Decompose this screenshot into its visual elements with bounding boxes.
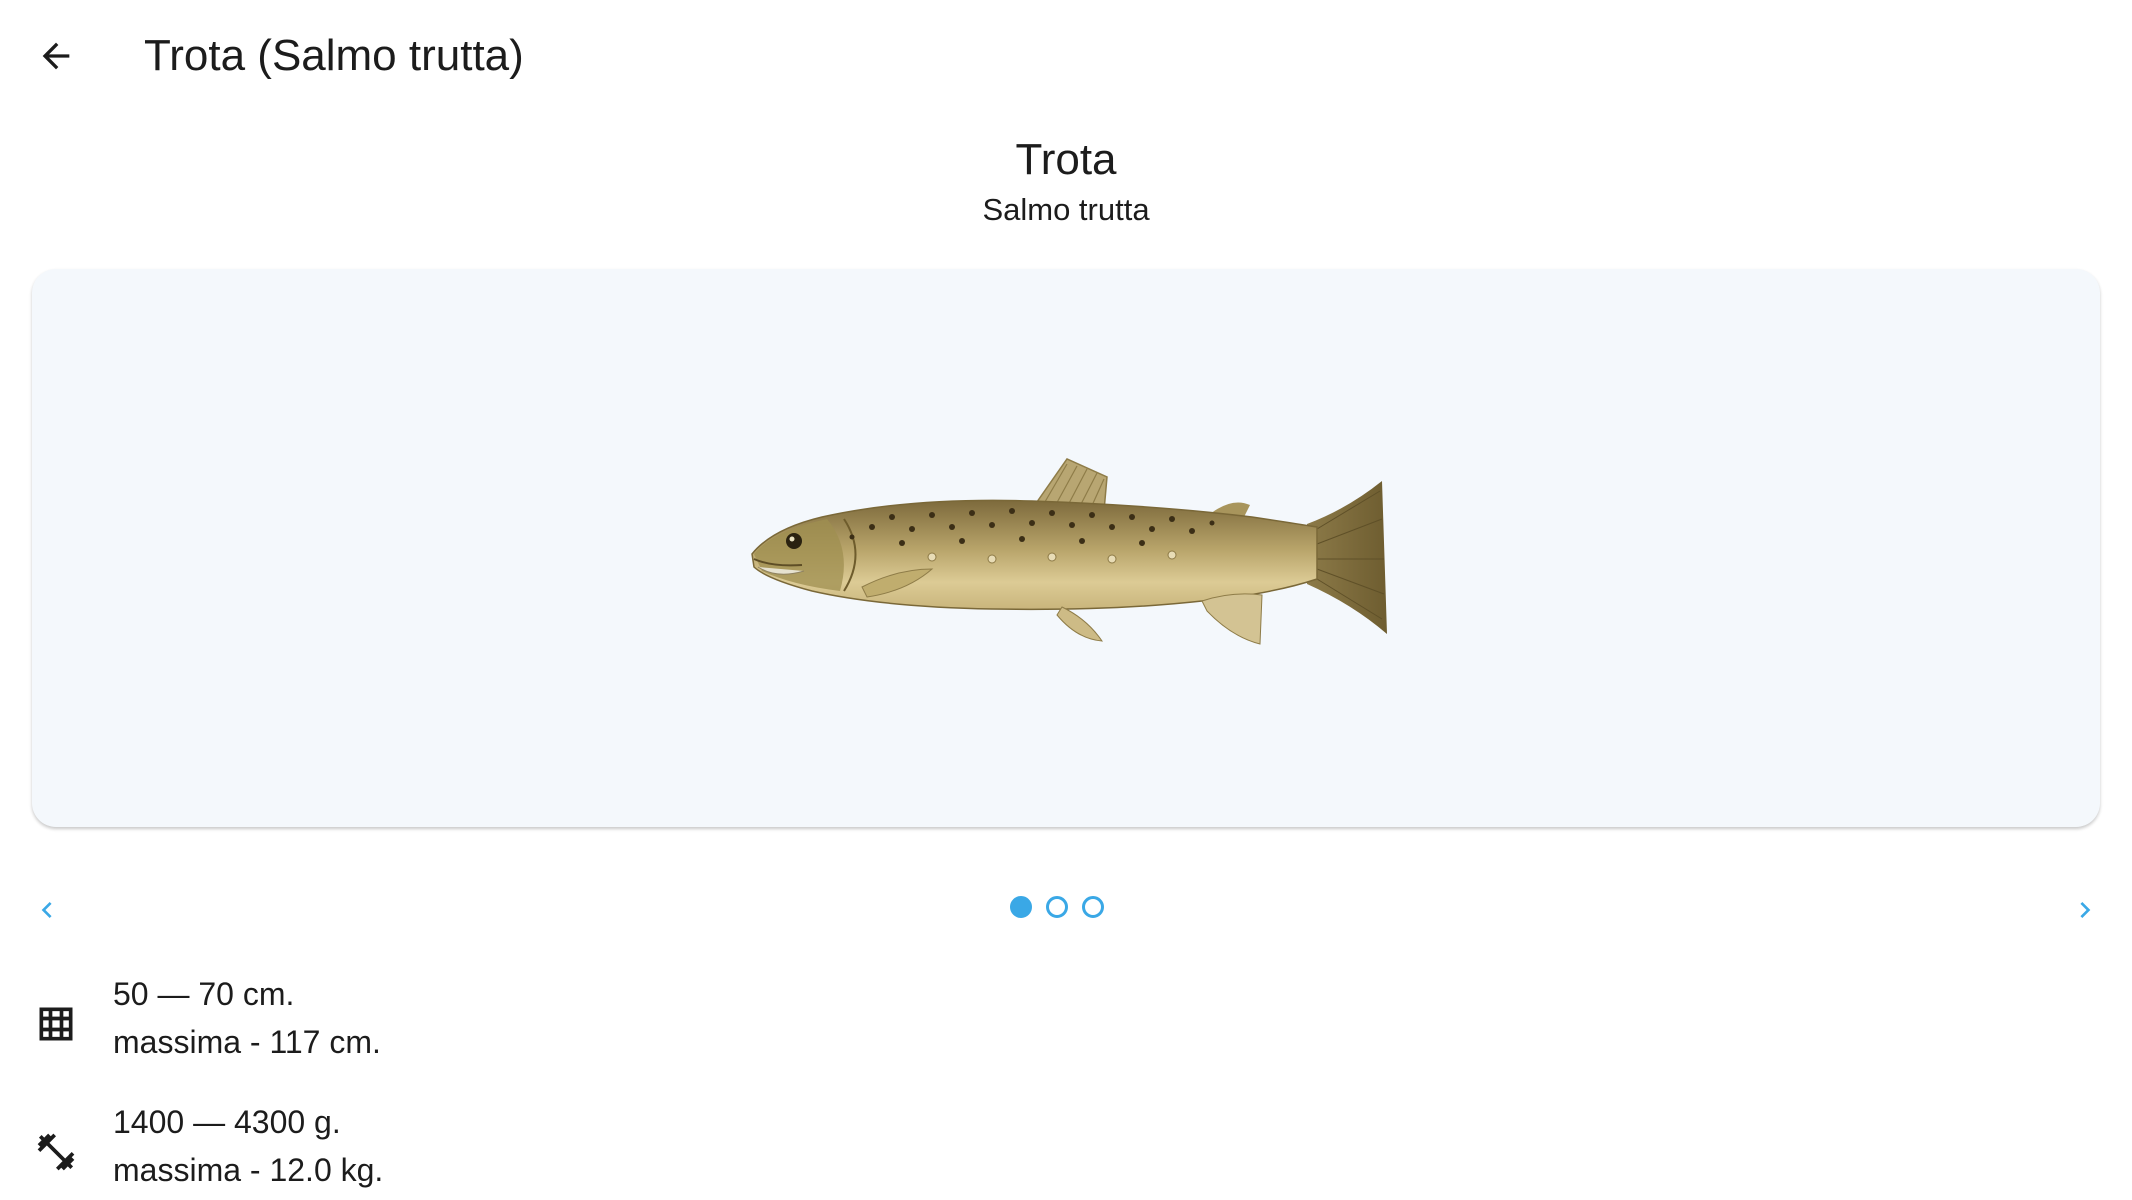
page-dot-2[interactable] (1046, 896, 1068, 918)
app-bar: Trota (Salmo trutta) (0, 0, 2132, 112)
page-dot-1[interactable] (1010, 896, 1032, 918)
app-bar-title: Trota (Salmo trutta) (144, 31, 524, 80)
species-detail-screen: Trota (Salmo trutta) Trota Salmo trutta (0, 0, 2132, 1200)
page-dot-3[interactable] (1082, 896, 1104, 918)
weight-max: massima - 12.0 kg. (113, 1152, 384, 1188)
species-header: Trota Salmo trutta (0, 132, 2132, 230)
page-indicator (1010, 896, 1104, 918)
arrow-left-icon (42, 42, 70, 70)
weight-range: 1400 — 4300 g. (113, 1104, 341, 1140)
trout-image (751, 458, 1387, 645)
chevron-right-icon (2080, 902, 2091, 918)
species-image-card[interactable] (32, 269, 2100, 827)
previous-image-button[interactable] (17, 880, 77, 940)
species-common-name: Trota (1015, 135, 1117, 184)
chevron-left-icon (41, 902, 52, 918)
carousel-navigation (0, 880, 2132, 940)
size-max: massima - 117 cm. (113, 1024, 381, 1060)
next-image-button[interactable] (2055, 880, 2115, 940)
weight-info-row: 1400 — 4300 g. massima - 12.0 kg. (0, 1098, 900, 1200)
dumbbell-icon (32, 1128, 80, 1176)
species-latin-name: Salmo trutta (982, 192, 1150, 227)
grid-icon (32, 1000, 80, 1048)
size-info-row: 50 — 70 cm. massima - 117 cm. (0, 970, 900, 1080)
back-button[interactable] (28, 28, 84, 84)
size-range: 50 — 70 cm. (113, 976, 295, 1012)
